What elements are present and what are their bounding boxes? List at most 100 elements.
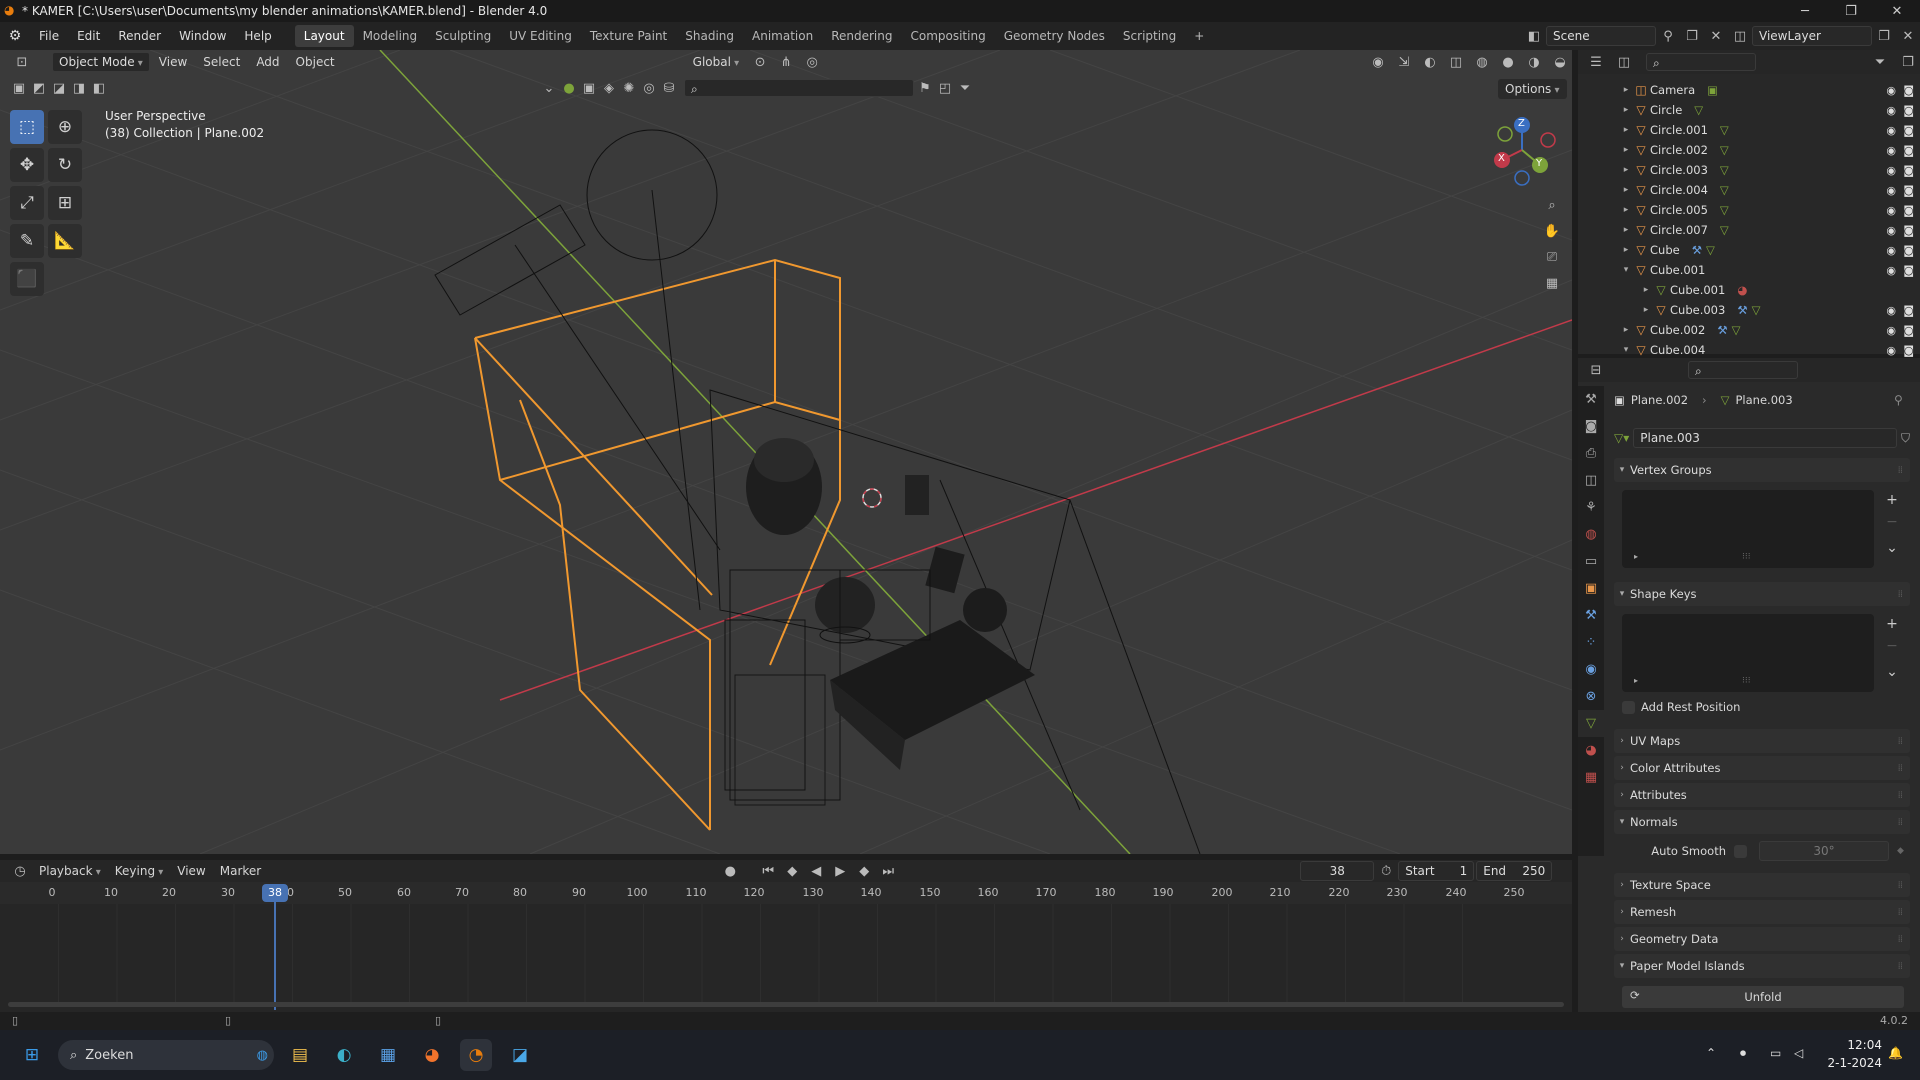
auto-smooth-checkbox[interactable] xyxy=(1734,844,1747,858)
collection-tab-icon[interactable]: ▭ xyxy=(1578,548,1604,575)
select-subtract-icon[interactable]: ◪ xyxy=(50,78,68,98)
annotate-tool-icon[interactable]: ✎ xyxy=(10,224,44,258)
tab-modeling[interactable]: Modeling xyxy=(354,25,427,47)
outliner-row-cube-002[interactable]: ▸ ▽ Cube.002 ⚒ ▽ ◉ ◙ xyxy=(1578,320,1920,340)
eye-icon[interactable]: ◉ xyxy=(1886,104,1896,117)
overlay-icon[interactable]: ◐ xyxy=(1418,52,1442,72)
color-attributes-panel[interactable]: › Color Attributes ⁞⁞ xyxy=(1614,756,1910,780)
collapse-icon[interactable]: ⌄ xyxy=(540,78,558,98)
render-camera-icon[interactable]: ◙ xyxy=(1903,184,1914,197)
zoom-icon[interactable]: ⌕ xyxy=(1540,195,1564,215)
outliner-row-circle-004[interactable]: ▸ ▽ Circle.004 ▽ ◉ ◙ xyxy=(1578,180,1920,200)
menu-file[interactable]: File xyxy=(30,25,68,47)
snap-icon[interactable]: ⋔ xyxy=(774,52,798,72)
tab-layout[interactable]: Layout xyxy=(294,25,354,47)
outliner-row-circle-001[interactable]: ▸ ▽ Circle.001 ▽ ◉ ◙ xyxy=(1578,120,1920,140)
filter-other-icon[interactable]: ⛁ xyxy=(660,78,678,98)
outliner-row-cube-001[interactable]: ▾ ▽ Cube.001 ◉ ◙ xyxy=(1578,260,1920,280)
tab-compositing[interactable]: Compositing xyxy=(901,25,994,47)
transform-orientation-dropdown[interactable]: Global xyxy=(686,52,746,72)
tray-chevron-icon[interactable]: ⌃ xyxy=(1706,1046,1716,1060)
outliner-row-cube-004[interactable]: ▾ ▽ Cube.004 ◉ ◙ xyxy=(1578,340,1920,360)
start-frame-field[interactable]: Start 1 xyxy=(1398,861,1475,881)
material-tab-icon[interactable]: ◕ xyxy=(1578,737,1604,764)
physics-tab-icon[interactable]: ◉ xyxy=(1578,656,1604,683)
output-tab-icon[interactable]: ⎙ xyxy=(1578,440,1604,467)
viewport-search-input[interactable]: ⌕ xyxy=(684,79,914,97)
prev-keyframe-icon[interactable]: ◆ xyxy=(780,861,804,881)
render-camera-icon[interactable]: ◙ xyxy=(1903,344,1914,357)
delete-view-layer-icon[interactable]: ✕ xyxy=(1896,26,1920,46)
render-camera-icon[interactable]: ◙ xyxy=(1903,324,1914,337)
rotate-tool-icon[interactable]: ↻ xyxy=(48,148,82,182)
record-icon[interactable]: ● xyxy=(718,861,742,881)
paper-model-islands-panel[interactable]: ▾ Paper Model Islands ⁞⁞ xyxy=(1614,954,1910,978)
view-layer-tab-icon[interactable]: ◫ xyxy=(1578,467,1604,494)
jump-start-icon[interactable]: ⏮ xyxy=(756,861,780,881)
outliner-row-cube-001-mesh[interactable]: ▸ ▽ Cube.001 ◕ xyxy=(1578,280,1920,300)
shape-key-specials-icon[interactable]: ⌄ xyxy=(1882,662,1902,682)
select-intersect-icon[interactable]: ◧ xyxy=(90,78,108,98)
select-invert-icon[interactable]: ◨ xyxy=(70,78,88,98)
render-camera-icon[interactable]: ◙ xyxy=(1903,244,1914,257)
display-filter-icon[interactable]: ◰ xyxy=(936,78,954,98)
scale-tool-icon[interactable]: ⤢ xyxy=(10,186,44,220)
outliner-search-input[interactable]: ⌕ xyxy=(1646,53,1756,71)
close-icon[interactable]: ✕ xyxy=(1874,0,1920,22)
unfold-button[interactable]: ⟳ Unfold xyxy=(1622,986,1904,1008)
eye-icon[interactable]: ◉ xyxy=(1886,204,1896,217)
maximize-icon[interactable]: ❐ xyxy=(1828,0,1874,22)
eye-icon[interactable]: ◉ xyxy=(1886,344,1896,357)
playback-menu[interactable]: Playback xyxy=(32,861,108,881)
menu-window[interactable]: Window xyxy=(170,25,235,47)
render-camera-icon[interactable]: ◙ xyxy=(1903,224,1914,237)
playhead-frame-label[interactable]: 38 xyxy=(262,884,288,902)
rendered-shading-icon[interactable]: ◒ xyxy=(1548,52,1572,72)
timeline-view-menu[interactable]: View xyxy=(170,861,212,881)
tab-animation[interactable]: Animation xyxy=(743,25,822,47)
select-extend-icon[interactable]: ◩ xyxy=(30,78,48,98)
select-box-tool-icon[interactable]: ⬚ xyxy=(10,110,44,144)
tab-rendering[interactable]: Rendering xyxy=(822,25,901,47)
menu-help[interactable]: Help xyxy=(235,25,280,47)
outliner-row-cube-003[interactable]: ▸ ▽ Cube.003 ⚒ ▽ ◉ ◙ xyxy=(1578,300,1920,320)
wireframe-shading-icon[interactable]: ◍ xyxy=(1470,52,1494,72)
transform-tool-icon[interactable]: ⊞ xyxy=(48,186,82,220)
add-rest-position-checkbox[interactable] xyxy=(1622,700,1635,714)
bookmark-icon[interactable]: ⚑ xyxy=(916,78,934,98)
outliner-row-circle-003[interactable]: ▸ ▽ Circle.003 ▽ ◉ ◙ xyxy=(1578,160,1920,180)
auto-smooth-angle-field[interactable]: 30° xyxy=(1759,841,1889,861)
cursor-tool-icon[interactable]: ⊕ xyxy=(48,110,82,144)
material-shading-icon[interactable]: ◑ xyxy=(1522,52,1546,72)
render-camera-icon[interactable]: ◙ xyxy=(1903,304,1914,317)
outliner-editor-icon[interactable]: ☰ xyxy=(1584,52,1608,72)
play-reverse-icon[interactable]: ◀ xyxy=(804,861,828,881)
mesh-data-tab-icon[interactable]: ▽ xyxy=(1578,710,1604,737)
timeline-scrollbar[interactable] xyxy=(8,1002,1564,1007)
geometry-data-panel[interactable]: › Geometry Data ⁞⁞ xyxy=(1614,927,1910,951)
add-shape-key-icon[interactable]: + xyxy=(1882,614,1902,634)
store-icon[interactable]: ▦ xyxy=(372,1039,404,1071)
outliner-row-circle-005[interactable]: ▸ ▽ Circle.005 ▽ ◉ ◙ xyxy=(1578,200,1920,220)
render-camera-icon[interactable]: ◙ xyxy=(1903,164,1914,177)
outliner-row-camera[interactable]: ▸ ◫ Camera ▣ ◉ ◙ xyxy=(1578,80,1920,100)
world-tab-icon[interactable]: ◍ xyxy=(1578,521,1604,548)
end-frame-field[interactable]: End 250 xyxy=(1476,861,1553,881)
pin-icon[interactable]: ⚲ xyxy=(1894,393,1903,407)
tool-tab-icon[interactable]: ⚒ xyxy=(1578,386,1604,413)
expand-arrow-icon[interactable]: ▸ xyxy=(1634,676,1638,685)
pan-hand-icon[interactable]: ✋ xyxy=(1540,221,1564,241)
minimize-icon[interactable]: ─ xyxy=(1782,0,1828,22)
outliner-row-circle-007[interactable]: ▸ ▽ Circle.007 ▽ ◉ ◙ xyxy=(1578,220,1920,240)
tab-texture-paint[interactable]: Texture Paint xyxy=(581,25,676,47)
edge-icon[interactable]: ◐ xyxy=(328,1039,360,1071)
texture-tab-icon[interactable]: ▦ xyxy=(1578,764,1604,791)
tab-sculpting[interactable]: Sculpting xyxy=(426,25,500,47)
object-mode-dropdown[interactable]: Object Mode xyxy=(52,52,150,72)
vertex-groups-list[interactable]: ▸ ⁝⁝⁝ xyxy=(1622,490,1874,568)
scene-collection-icon[interactable]: ● xyxy=(560,78,578,98)
outliner-display-mode-icon[interactable]: ◫ xyxy=(1612,52,1636,72)
eye-icon[interactable]: ◉ xyxy=(1886,164,1896,177)
outliner-row-circle-002[interactable]: ▸ ▽ Circle.002 ▽ ◉ ◙ xyxy=(1578,140,1920,160)
clock-time[interactable]: 12:04 xyxy=(1822,1038,1882,1052)
